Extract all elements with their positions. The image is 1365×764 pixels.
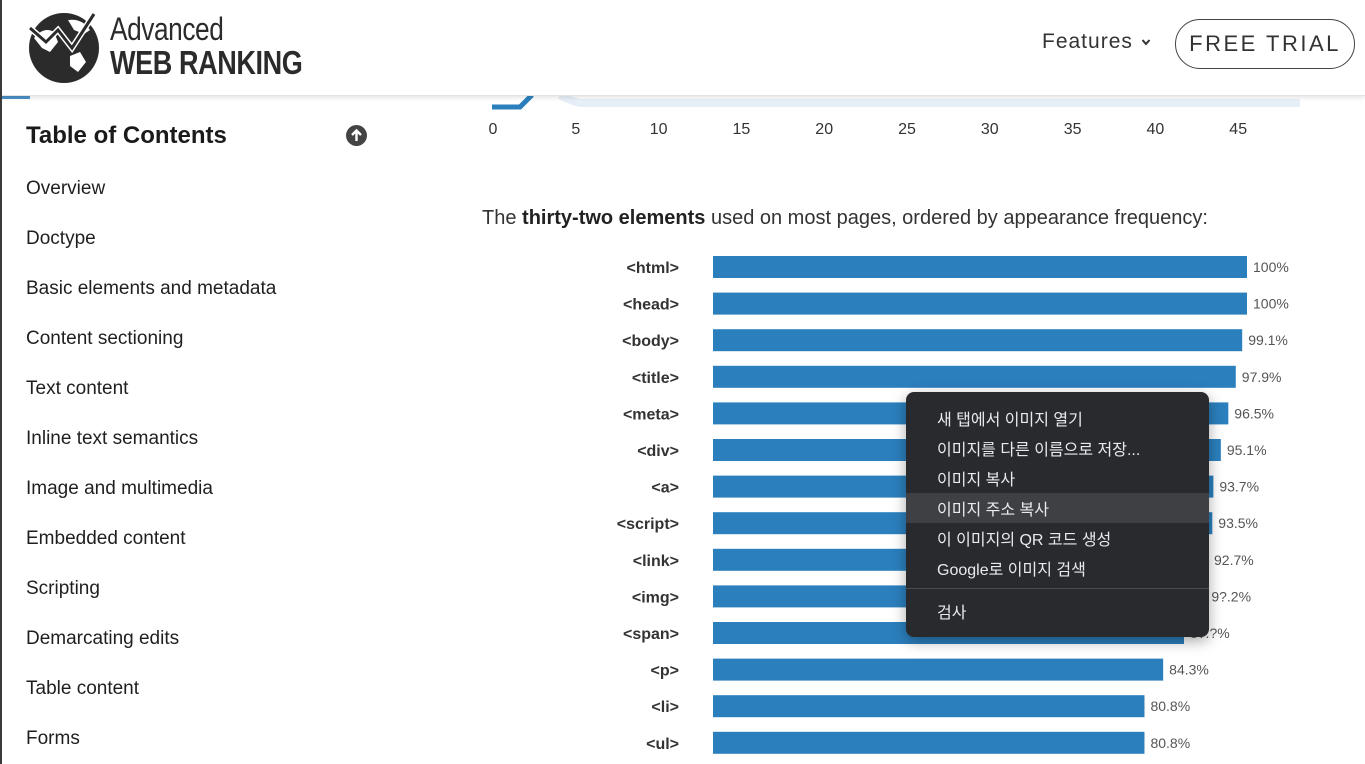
category-label: <head> [623, 297, 679, 314]
value-label: 93.7% [1219, 479, 1259, 495]
bar [713, 365, 1236, 388]
toc-item[interactable]: Text content [26, 378, 128, 400]
chart-intro-text: The thirty-two elements used on most pag… [482, 207, 1208, 230]
value-label: 100% [1253, 259, 1289, 275]
category-label: <link> [633, 553, 679, 570]
logo-text-advanced: Advanced [110, 11, 224, 47]
bar [713, 658, 1164, 681]
category-label: <div> [637, 443, 679, 460]
intro-prefix: The [482, 207, 523, 229]
toc-item[interactable]: Scripting [26, 578, 100, 600]
bar [713, 292, 1247, 315]
features-menu[interactable]: Features [1042, 30, 1151, 54]
category-label: <title> [632, 370, 679, 387]
category-label: <li> [651, 699, 679, 716]
inspect-item[interactable]: 검사 [906, 596, 1209, 626]
intro-suffix: used on most pages, ordered by appearanc… [705, 207, 1208, 229]
category-label: <a> [651, 480, 679, 497]
bar [713, 329, 1243, 352]
site-logo[interactable]: Advanced WEB RANKING [24, 8, 345, 84]
save-image-as-item[interactable]: 이미지를 다른 이름으로 저장... [906, 433, 1209, 463]
toc-item[interactable]: Image and multimedia [26, 478, 213, 500]
value-label: 80.8% [1150, 698, 1190, 714]
toc-item[interactable]: Content sectioning [26, 328, 183, 350]
value-label: 97.9% [1242, 369, 1282, 385]
value-label: 96.5% [1234, 405, 1274, 421]
axis-tick-label: 5 [571, 121, 581, 138]
copy-image-address-item[interactable]: 이미지 주소 복사 [906, 493, 1209, 523]
axis-tick-label: 25 [898, 121, 916, 138]
globe-logo-icon [28, 12, 99, 83]
value-label: 95.1% [1227, 442, 1267, 458]
value-label: 93.5% [1218, 515, 1258, 531]
category-label: <ul> [646, 736, 679, 753]
bar [713, 695, 1145, 718]
search-image-google-item[interactable]: Google로 이미지 검색 [906, 553, 1209, 583]
axis-tick-label: 20 [815, 121, 834, 138]
bar [713, 256, 1247, 278]
chevron-down-icon [1141, 39, 1151, 46]
value-label: 84.3% [1169, 662, 1209, 678]
toc-title: Table of Contents [26, 122, 227, 149]
previous-chart-remnant [492, 95, 1300, 110]
value-label: 9?.2% [1211, 588, 1251, 604]
value-label: 92.7% [1214, 552, 1254, 568]
arrow-up-circle-icon[interactable] [345, 124, 368, 147]
site-header: Advanced WEB RANKING Features FREE TRIAL [0, 0, 1365, 96]
context-menu: 새 탭에서 이미지 열기 이미지를 다른 이름으로 저장... 이미지 복사 이미지 … [906, 392, 1209, 637]
category-label: <html> [627, 260, 679, 277]
intro-bold: thirty-two elements [522, 207, 706, 229]
context-menu-separator [906, 588, 1209, 589]
toc-item[interactable]: Table content [26, 678, 139, 700]
copy-image-item[interactable]: 이미지 복사 [906, 463, 1209, 493]
value-label: 100% [1253, 296, 1289, 312]
toc-item[interactable]: Embedded content [26, 528, 186, 550]
window-left-border [0, 0, 2, 764]
axis-tick-label: 15 [732, 121, 751, 138]
toc-item[interactable]: Demarcating edits [26, 628, 179, 650]
create-qr-code-item[interactable]: 이 이미지의 QR 코드 생성 [906, 523, 1209, 553]
toc-item[interactable]: Doctype [26, 228, 96, 250]
axis-tick-label: 0 [488, 121, 498, 138]
category-label: <script> [617, 516, 679, 533]
features-label: Features [1042, 30, 1133, 53]
axis-tick-label: 10 [649, 121, 668, 138]
toc-item[interactable]: Basic elements and metadata [26, 278, 276, 300]
value-label: 99.1% [1248, 332, 1288, 348]
axis-tick-label: 45 [1229, 121, 1248, 138]
axis-tick-label: 30 [980, 121, 999, 138]
open-image-new-tab-item[interactable]: 새 탭에서 이미지 열기 [906, 403, 1209, 433]
axis-tick-label: 40 [1146, 121, 1165, 138]
category-label: <body> [622, 333, 679, 350]
free-trial-button[interactable]: FREE TRIAL [1175, 19, 1355, 69]
category-label: <p> [651, 663, 679, 680]
category-label: <meta> [623, 406, 679, 423]
toc-item[interactable]: Overview [26, 178, 105, 200]
toc-item[interactable]: Inline text semantics [26, 428, 198, 450]
category-label: <span> [623, 626, 679, 643]
toc-item[interactable]: Forms [26, 728, 80, 750]
value-label: 80.8% [1150, 735, 1190, 751]
category-label: <img> [632, 589, 679, 606]
bar [713, 731, 1145, 754]
logo-text-web-ranking: WEB RANKING [110, 44, 303, 81]
axis-tick-label: 35 [1063, 121, 1082, 138]
